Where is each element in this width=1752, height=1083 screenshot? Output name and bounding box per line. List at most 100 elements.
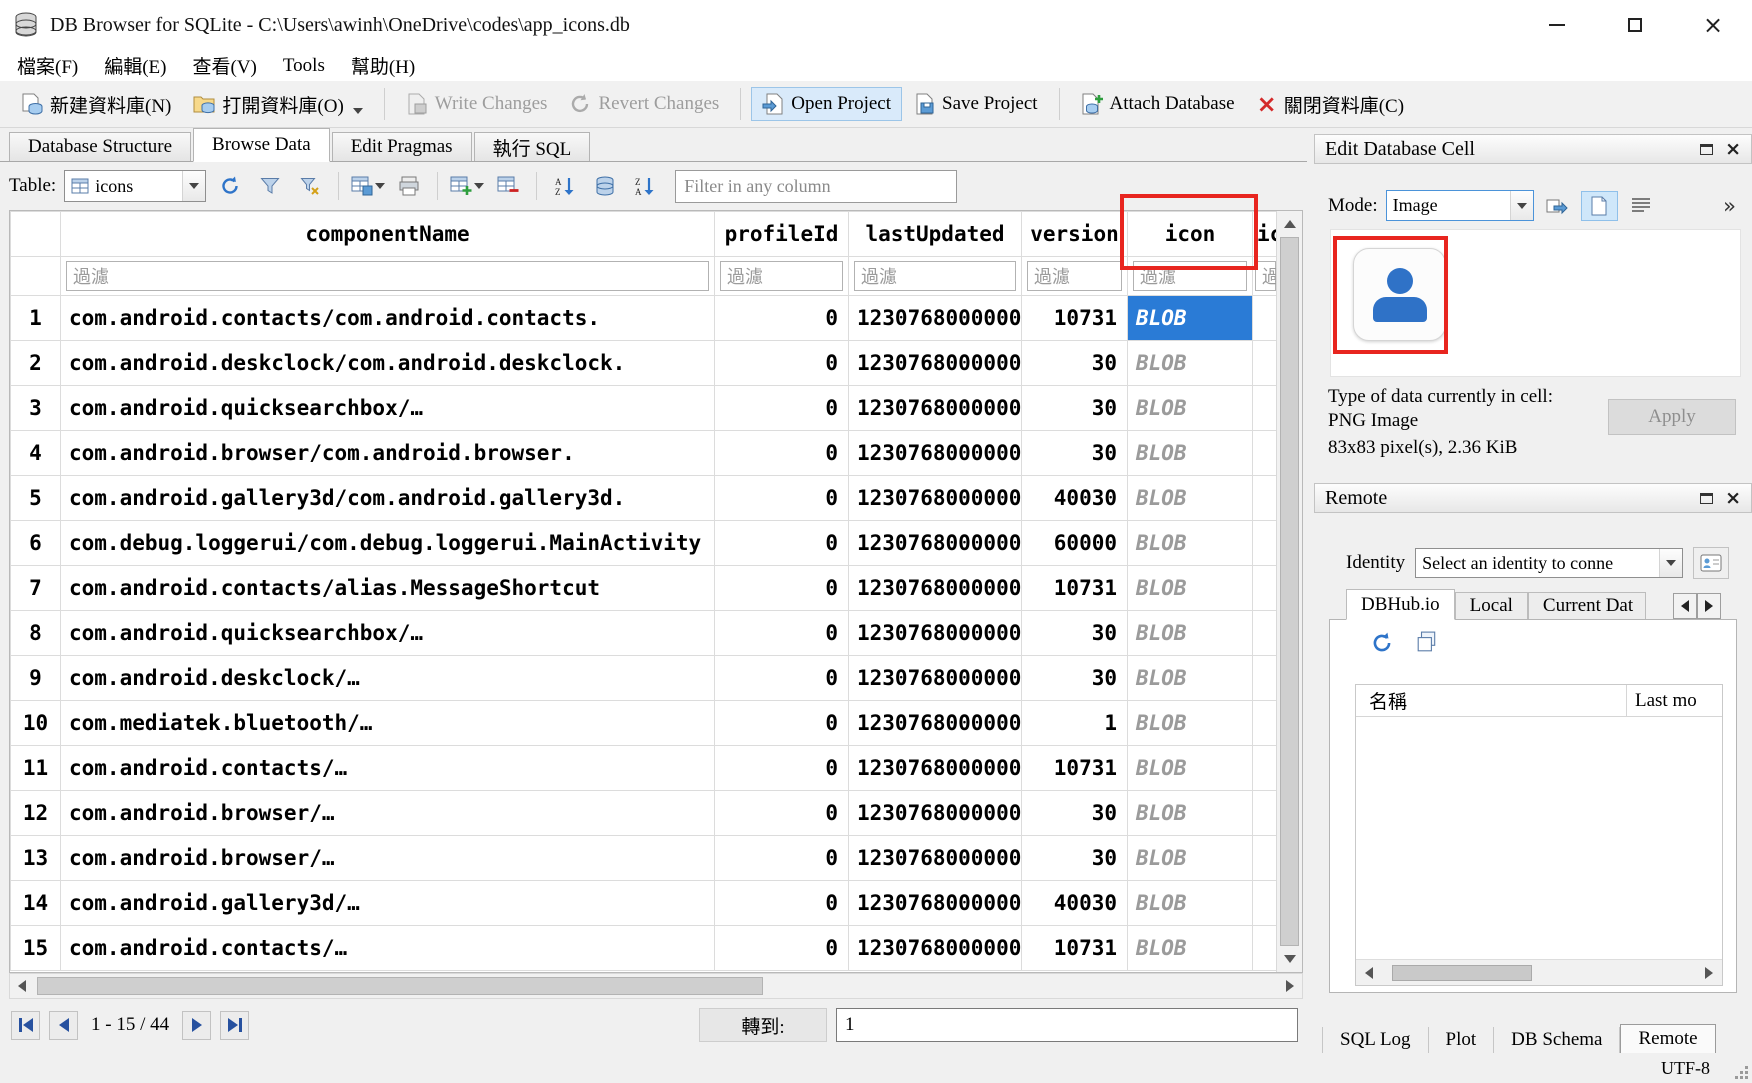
filter-input-partial[interactable]: 過濾	[1255, 261, 1276, 291]
tab-browse-data[interactable]: Browse Data	[193, 128, 330, 162]
row-number[interactable]: 11	[11, 746, 61, 791]
close-panel-button[interactable]: ×	[1725, 487, 1741, 510]
column-header-partial[interactable]: ic	[1253, 212, 1279, 257]
menu-help[interactable]: 幫助(H)	[338, 49, 428, 82]
cell-profileId[interactable]: 0	[715, 791, 849, 836]
open-database-button[interactable]: 打開資料庫(O)	[182, 85, 373, 124]
cell-componentName[interactable]: com.android.quicksearchbox/…	[61, 386, 715, 431]
cell-icon[interactable]: BLOB	[1128, 521, 1253, 566]
filter-input-version[interactable]: 過濾	[1027, 261, 1122, 291]
cell-icon[interactable]: BLOB	[1128, 791, 1253, 836]
cell-componentName[interactable]: com.android.gallery3d/com.android.galler…	[61, 476, 715, 521]
grid-corner-cell[interactable]	[11, 212, 61, 257]
row-number[interactable]: 12	[11, 791, 61, 836]
cell-icon[interactable]: BLOB	[1128, 881, 1253, 926]
cell-version[interactable]: 10731	[1022, 746, 1128, 791]
row-number[interactable]: 14	[11, 881, 61, 926]
table-row[interactable]: 7 com.android.contacts/alias.MessageShor…	[11, 566, 1279, 611]
cell-partial[interactable]	[1253, 476, 1279, 521]
identity-settings-button[interactable]	[1693, 547, 1729, 579]
cell-profileId[interactable]: 0	[715, 926, 849, 971]
menu-view[interactable]: 查看(V)	[180, 49, 270, 82]
remote-list-body[interactable]	[1356, 717, 1722, 959]
cell-version[interactable]: 30	[1022, 341, 1128, 386]
cell-partial[interactable]	[1253, 431, 1279, 476]
table-row[interactable]: 11 com.android.contacts/… 0 123076800000…	[11, 746, 1279, 791]
cell-profileId[interactable]: 0	[715, 611, 849, 656]
cell-version[interactable]: 40030	[1022, 881, 1128, 926]
cell-lastUpdated[interactable]: 1230768000000	[849, 836, 1022, 881]
filter-input-icon[interactable]: 過濾	[1133, 261, 1247, 291]
image-view-button[interactable]	[1581, 191, 1618, 221]
tab-execute-sql[interactable]: 執行 SQL	[474, 132, 591, 161]
cell-profileId[interactable]: 0	[715, 431, 849, 476]
column-header-lastUpdated[interactable]: lastUpdated	[849, 212, 1022, 257]
cell-version[interactable]: 30	[1022, 656, 1128, 701]
cell-partial[interactable]	[1253, 836, 1279, 881]
vertical-scrollbar-thumb[interactable]	[1280, 237, 1299, 946]
cell-componentName[interactable]: com.android.contacts/…	[61, 926, 715, 971]
refresh-button[interactable]	[214, 170, 246, 202]
cell-icon[interactable]: BLOB	[1128, 341, 1253, 386]
save-filter-button[interactable]	[294, 170, 326, 202]
cell-icon[interactable]: BLOB	[1128, 746, 1253, 791]
close-button[interactable]: ×	[1674, 0, 1752, 50]
cell-icon[interactable]: BLOB	[1128, 926, 1253, 971]
cell-partial[interactable]	[1253, 746, 1279, 791]
row-number[interactable]: 8	[11, 611, 61, 656]
cell-lastUpdated[interactable]: 1230768000000	[849, 611, 1022, 656]
row-number[interactable]: 9	[11, 656, 61, 701]
cell-icon[interactable]: BLOB	[1128, 386, 1253, 431]
cell-componentName[interactable]: com.android.contacts/alias.MessageShortc…	[61, 566, 715, 611]
row-number[interactable]: 10	[11, 701, 61, 746]
scrollbar-thumb[interactable]	[1392, 965, 1532, 981]
dock-tab-remote[interactable]: Remote	[1620, 1024, 1715, 1053]
table-select[interactable]: icons	[64, 170, 206, 202]
scroll-down-button[interactable]	[1277, 946, 1302, 972]
cell-icon[interactable]: BLOB	[1128, 701, 1253, 746]
menu-tools[interactable]: Tools	[270, 52, 338, 80]
cell-partial[interactable]	[1253, 566, 1279, 611]
cell-version[interactable]: 10731	[1022, 296, 1128, 341]
cell-version[interactable]: 1	[1022, 701, 1128, 746]
last-modified-column-header[interactable]: Last mo	[1626, 685, 1722, 716]
cell-componentName[interactable]: com.android.deskclock/…	[61, 656, 715, 701]
revert-changes-button[interactable]: Revert Changes	[558, 87, 730, 121]
cell-partial[interactable]	[1253, 341, 1279, 386]
scroll-right-button[interactable]	[1696, 960, 1722, 985]
horizontal-scrollbar-thumb[interactable]	[37, 977, 763, 995]
table-row[interactable]: 9 com.android.deskclock/… 0 123076800000…	[11, 656, 1279, 701]
cell-lastUpdated[interactable]: 1230768000000	[849, 476, 1022, 521]
row-number[interactable]: 5	[11, 476, 61, 521]
column-header-version[interactable]: version	[1022, 212, 1128, 257]
cell-partial[interactable]	[1253, 926, 1279, 971]
column-header-componentName[interactable]: componentName	[61, 212, 715, 257]
cell-componentName[interactable]: com.mediatek.bluetooth/…	[61, 701, 715, 746]
cell-lastUpdated[interactable]: 1230768000000	[849, 656, 1022, 701]
cell-version[interactable]: 30	[1022, 611, 1128, 656]
table-row[interactable]: 8 com.android.quicksearchbox/… 0 1230768…	[11, 611, 1279, 656]
dock-tab-plot[interactable]: Plot	[1429, 1027, 1495, 1053]
write-changes-button[interactable]: Write Changes	[395, 87, 559, 121]
cell-icon[interactable]: BLOB	[1128, 476, 1253, 521]
cell-lastUpdated[interactable]: 1230768000000	[849, 341, 1022, 386]
cell-componentName[interactable]: com.android.quicksearchbox/…	[61, 611, 715, 656]
sort-ascending-button[interactable]: AZ	[549, 170, 581, 202]
cell-partial[interactable]	[1253, 656, 1279, 701]
scroll-right-button[interactable]	[1278, 974, 1302, 998]
table-row[interactable]: 14 com.android.gallery3d/… 0 12307680000…	[11, 881, 1279, 926]
encoding-indicator[interactable]: UTF-8	[1661, 1058, 1710, 1079]
table-row[interactable]: 5 com.android.gallery3d/com.android.gall…	[11, 476, 1279, 521]
filter-input-componentName[interactable]: 過濾	[66, 261, 709, 291]
float-panel-button[interactable]	[1700, 144, 1713, 155]
cell-profileId[interactable]: 0	[715, 521, 849, 566]
row-number[interactable]: 2	[11, 341, 61, 386]
cell-profileId[interactable]: 0	[715, 656, 849, 701]
vertical-scrollbar[interactable]	[1276, 211, 1302, 972]
cell-profileId[interactable]: 0	[715, 341, 849, 386]
mode-select-arrow[interactable]	[1510, 191, 1533, 220]
menu-edit[interactable]: 編輯(E)	[91, 49, 179, 82]
row-number[interactable]: 13	[11, 836, 61, 881]
name-column-header[interactable]: 名稱	[1356, 687, 1626, 714]
cell-profileId[interactable]: 0	[715, 746, 849, 791]
